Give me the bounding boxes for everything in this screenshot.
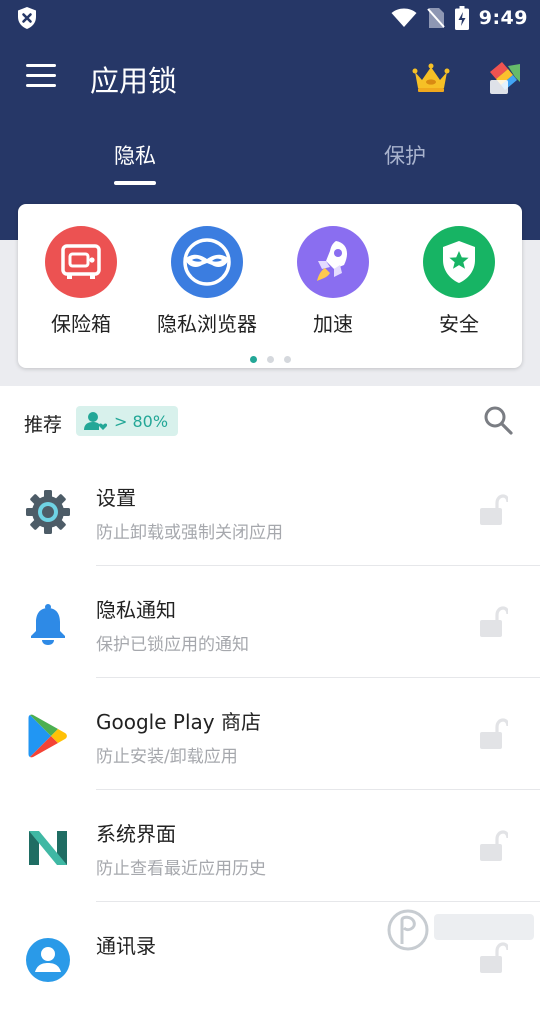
page-indicator bbox=[18, 348, 522, 367]
list-item[interactable]: 系统界面 防止查看最近应用历史 bbox=[0, 790, 540, 902]
feature-boost[interactable]: 加速 bbox=[270, 226, 396, 337]
app-title: 通讯录 bbox=[96, 934, 156, 958]
theme-icon[interactable] bbox=[484, 60, 524, 96]
app-bar: 应用锁 bbox=[0, 46, 540, 112]
mask-icon bbox=[171, 226, 243, 298]
tab-protect[interactable]: 保护 bbox=[270, 128, 540, 170]
feature-safe[interactable]: 保险箱 bbox=[18, 226, 144, 337]
safe-icon bbox=[45, 226, 117, 298]
feature-label: 安全 bbox=[439, 312, 479, 336]
app-description: 保护已锁应用的通知 bbox=[96, 635, 249, 655]
recommend-badge: > 80% bbox=[76, 406, 179, 436]
wifi-icon bbox=[391, 8, 417, 27]
app-description: 防止卸载或强制关闭应用 bbox=[96, 523, 283, 543]
app-title: 隐私通知 bbox=[96, 598, 176, 622]
tab-bar: 隐私 保护 bbox=[0, 128, 540, 188]
no-sim-icon bbox=[426, 8, 445, 28]
rocket-icon bbox=[297, 226, 369, 298]
recommend-header: 推荐 > 80% bbox=[0, 386, 540, 456]
user-heart-icon bbox=[84, 412, 108, 430]
app-title: Google Play 商店 bbox=[96, 710, 261, 734]
tab-indicator bbox=[114, 181, 156, 185]
feature-label: 保险箱 bbox=[51, 312, 111, 336]
unlock-icon[interactable] bbox=[478, 830, 508, 862]
unlock-icon[interactable] bbox=[478, 606, 508, 638]
list-item[interactable]: Google Play 商店 防止安装/卸载应用 bbox=[0, 678, 540, 790]
crown-icon[interactable] bbox=[412, 62, 450, 94]
feature-private-browser[interactable]: 隐私浏览器 bbox=[144, 226, 270, 337]
feature-card: 保险箱 隐私浏览器 加速 安全 bbox=[18, 204, 522, 368]
page-dot bbox=[249, 356, 257, 363]
page-dot bbox=[266, 356, 274, 363]
watermark-logo bbox=[387, 909, 534, 951]
list-item[interactable]: 设置 防止卸载或强制关闭应用 bbox=[0, 454, 540, 566]
battery-charging-icon bbox=[454, 6, 469, 30]
app-description: 防止安装/卸载应用 bbox=[96, 747, 238, 767]
list-item[interactable]: 隐私通知 保护已锁应用的通知 bbox=[0, 566, 540, 678]
unlock-icon[interactable] bbox=[478, 494, 508, 526]
shield-x-icon bbox=[18, 7, 36, 29]
status-bar: 9:49 bbox=[0, 0, 540, 36]
page-dot bbox=[283, 356, 291, 363]
google-play-icon bbox=[24, 712, 72, 760]
unlock-icon[interactable] bbox=[478, 718, 508, 750]
status-time: 9:49 bbox=[478, 7, 528, 29]
feature-security[interactable]: 安全 bbox=[396, 226, 522, 337]
nova-n-icon bbox=[24, 824, 72, 872]
bell-icon bbox=[24, 600, 72, 648]
search-icon[interactable] bbox=[482, 404, 514, 436]
gear-icon bbox=[24, 488, 72, 536]
tab-privacy[interactable]: 隐私 bbox=[0, 128, 270, 170]
shield-star-icon bbox=[423, 226, 495, 298]
recommend-badge-text: > 80% bbox=[114, 411, 169, 431]
recommend-label: 推荐 bbox=[24, 414, 63, 436]
page-title: 应用锁 bbox=[90, 64, 178, 98]
feature-label: 加速 bbox=[313, 312, 353, 336]
app-title: 设置 bbox=[96, 486, 136, 510]
contacts-icon bbox=[24, 936, 72, 984]
feature-label: 隐私浏览器 bbox=[157, 312, 257, 336]
app-description: 防止查看最近应用历史 bbox=[96, 859, 266, 879]
app-title: 系统界面 bbox=[96, 822, 176, 846]
hamburger-menu-icon[interactable] bbox=[26, 64, 56, 90]
